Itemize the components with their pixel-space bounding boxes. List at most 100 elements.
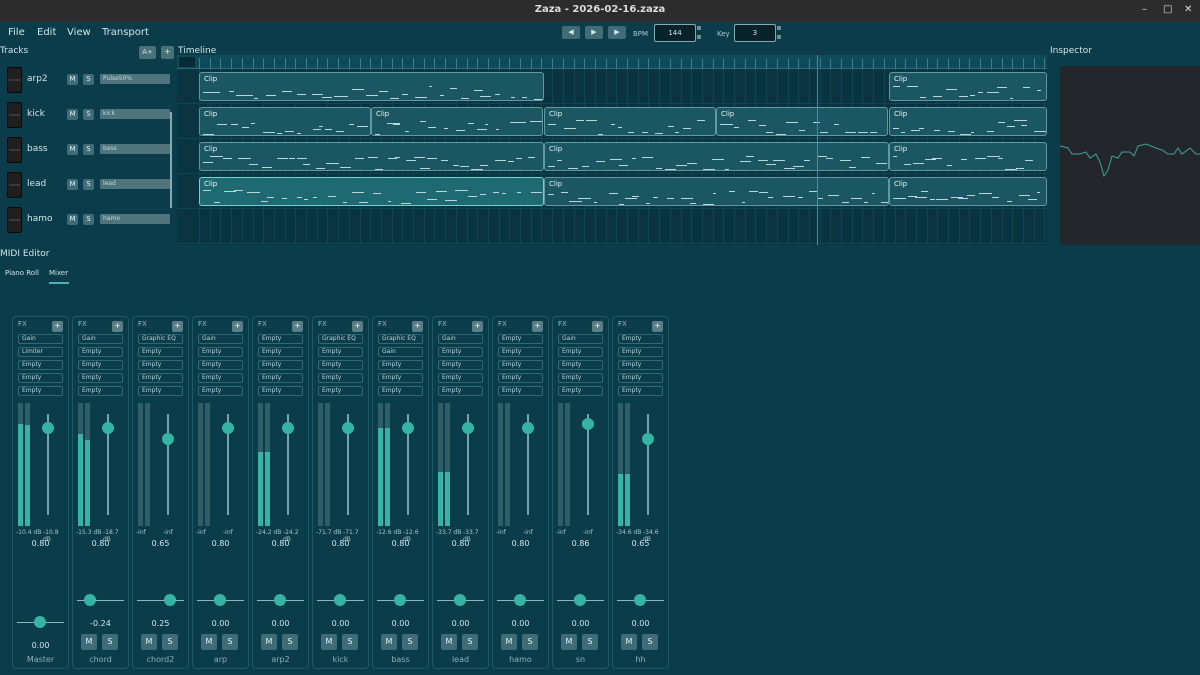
maximize-icon[interactable]: □ [1163,4,1172,15]
mute-button[interactable]: M [201,634,217,650]
pan-slider-knob[interactable] [214,594,226,606]
mute-button[interactable]: M [67,109,78,120]
volume-fader-knob[interactable] [42,422,54,434]
solo-button[interactable]: S [522,634,538,650]
fx-slot[interactable]: Empty [618,373,663,383]
solo-button[interactable]: S [83,144,94,155]
close-icon[interactable]: ✕ [1184,4,1192,15]
track-list-scrollbar[interactable] [170,112,172,208]
fx-slot[interactable]: Empty [138,347,183,357]
solo-button[interactable]: S [83,179,94,190]
bpm-input[interactable]: 144 [654,24,696,42]
clip[interactable]: Clip [371,107,543,136]
track-handle[interactable] [7,67,22,93]
fx-slot[interactable]: Empty [138,373,183,383]
clip[interactable]: Clip [716,107,888,136]
solo-button[interactable]: S [282,634,298,650]
timeline[interactable]: Clip Clip Clip Clip Clip Clip Clip Clip Clip Clip… [177,55,1047,245]
volume-fader-knob[interactable] [342,422,354,434]
track-handle[interactable] [7,102,22,128]
key-spinner[interactable] [777,26,781,39]
fx-slot[interactable]: Empty [198,360,243,370]
mute-button[interactable]: M [67,214,78,225]
clip[interactable]: Clip [889,72,1047,101]
track-header-arp2[interactable]: arp2 M S Pulse50% [0,63,175,98]
volume-fader-knob[interactable] [102,422,114,434]
fx-slot[interactable]: Gain [378,347,423,357]
timeline-lane-hamo[interactable] [177,209,1047,244]
mute-button[interactable]: M [441,634,457,650]
add-fx-button[interactable]: + [352,321,363,332]
volume-fader-track[interactable] [167,414,169,515]
key-input[interactable]: 3 [734,24,776,42]
fx-slot[interactable]: Empty [498,373,543,383]
playhead[interactable] [817,55,818,245]
solo-button[interactable]: S [222,634,238,650]
volume-fader-knob[interactable] [462,422,474,434]
add-fx-button[interactable]: + [172,321,183,332]
instrument-select[interactable]: lead [100,179,170,189]
clip[interactable]: Clip [199,142,544,171]
timeline-lane-kick[interactable]: Clip Clip Clip Clip Clip [177,104,1047,139]
pan-slider-knob[interactable] [394,594,406,606]
fx-slot[interactable]: Empty [258,373,303,383]
solo-button[interactable]: S [83,74,94,85]
mute-button[interactable]: M [321,634,337,650]
volume-fader-knob[interactable] [162,432,174,445]
fx-slot[interactable]: Graphic EQ [318,334,363,344]
clip[interactable]: Clip [889,107,1047,136]
add-fx-button[interactable]: + [472,321,483,332]
fx-slot[interactable]: Empty [18,386,63,396]
bpm-spinner[interactable] [697,26,701,39]
clip[interactable]: Clip [544,177,889,206]
tab-piano-roll[interactable]: Piano Roll [5,269,39,277]
fx-slot[interactable]: Empty [498,360,543,370]
fx-slot[interactable]: Empty [378,386,423,396]
instrument-select[interactable]: kick [100,109,170,119]
solo-button[interactable]: S [582,634,598,650]
pan-slider-knob[interactable] [164,594,176,606]
mute-button[interactable]: M [67,179,78,190]
menu-transport[interactable]: Transport [102,27,149,38]
pan-slider-knob[interactable] [34,616,46,628]
fx-slot[interactable]: Empty [258,360,303,370]
fx-slot[interactable]: Empty [438,360,483,370]
pan-slider-knob[interactable] [274,594,286,606]
mute-button[interactable]: M [561,634,577,650]
volume-fader-knob[interactable] [582,417,594,430]
fx-slot[interactable]: Empty [558,347,603,357]
pan-slider-knob[interactable] [84,594,97,606]
fx-slot[interactable]: Gain [558,334,603,344]
solo-button[interactable]: S [462,634,478,650]
timeline-ruler[interactable] [177,55,1047,69]
fx-slot[interactable]: Empty [198,347,243,357]
instrument-select[interactable]: hamo [100,214,170,224]
solo-button[interactable]: S [342,634,358,650]
clip[interactable]: Clip [889,177,1047,206]
instrument-select[interactable]: bass [100,144,170,154]
add-fx-button[interactable]: + [532,321,543,332]
volume-fader-knob[interactable] [402,422,414,434]
timeline-lane-lead[interactable]: Clip Clip Clip [177,174,1047,209]
track-header-hamo[interactable]: hamo M Shamo [0,203,175,238]
fx-slot[interactable]: Empty [78,347,123,357]
fx-slot[interactable]: Empty [78,373,123,383]
fx-slot[interactable]: Empty [258,334,303,344]
solo-button[interactable]: S [83,109,94,120]
volume-fader-knob[interactable] [522,422,534,434]
add-fx-button[interactable]: + [412,321,423,332]
menu-file[interactable]: File [8,27,25,38]
fx-slot[interactable]: Empty [318,373,363,383]
track-handle[interactable] [7,172,22,198]
mute-button[interactable]: M [381,634,397,650]
fx-slot[interactable]: Gain [78,334,123,344]
clip[interactable]: Clip [544,107,716,136]
pan-slider-knob[interactable] [514,594,526,606]
volume-fader-knob[interactable] [222,422,234,434]
fx-slot[interactable]: Empty [18,360,63,370]
add-fx-button[interactable]: + [592,321,603,332]
solo-button[interactable]: S [642,634,658,650]
fx-slot[interactable]: Empty [498,334,543,344]
add-fx-button[interactable]: + [292,321,303,332]
fx-slot[interactable]: Graphic EQ [378,334,423,344]
